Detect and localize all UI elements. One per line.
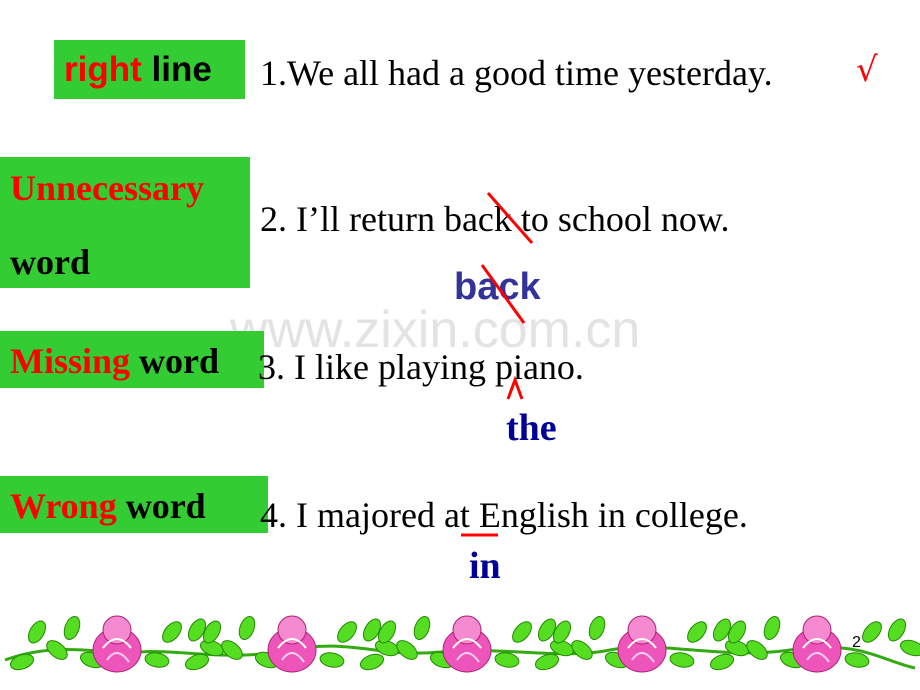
leaf-icon	[669, 652, 695, 668]
rose-icon	[792, 615, 842, 673]
leaf-icon	[238, 615, 256, 641]
leaf-icon	[413, 615, 431, 641]
leaf-icon	[887, 618, 907, 642]
page-number: 2	[852, 634, 861, 651]
leaf-icon	[337, 621, 357, 643]
rose-icon	[442, 615, 492, 673]
leaf-icon	[709, 653, 735, 671]
leaf-icon	[319, 652, 345, 668]
rose-icon	[617, 615, 667, 673]
rose-icon	[92, 615, 142, 673]
leaf-icon	[144, 652, 170, 668]
leaf-icon	[862, 621, 882, 643]
leaf-icon	[763, 615, 781, 641]
rose-border	[4, 615, 920, 673]
leaf-icon	[899, 639, 920, 657]
leaf-icon	[9, 653, 35, 671]
leaf-icon	[359, 653, 385, 671]
leaf-icon	[162, 621, 182, 643]
leaf-icon	[27, 620, 47, 644]
leaf-icon	[494, 652, 520, 668]
leaf-icon	[687, 621, 707, 643]
leaf-icon	[63, 615, 81, 641]
leaf-icon	[588, 615, 606, 641]
leaf-icon	[512, 621, 532, 643]
rose-icon	[267, 615, 317, 673]
